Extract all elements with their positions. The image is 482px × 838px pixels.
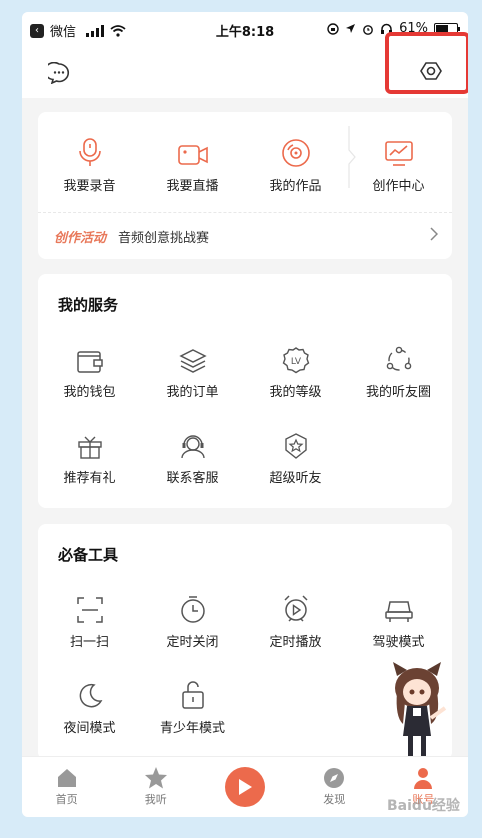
my-works-label: 我的作品 <box>269 179 322 194</box>
orders-item[interactable]: 我的订单 <box>141 340 244 400</box>
record-audio-label: 我要录音 <box>63 179 116 194</box>
car-icon <box>384 601 413 622</box>
svg-text:LV: LV <box>290 357 301 367</box>
wallet-label: 我的钱包 <box>63 385 116 400</box>
wallet-item[interactable]: 我的钱包 <box>38 340 141 400</box>
chevron-right-icon <box>430 227 438 241</box>
account-icon <box>414 768 433 789</box>
scheduled-play-label: 定时播放 <box>269 635 322 650</box>
phone-screen: ‹ 微信 上午8:18 61% 我要录音 我要直播 我的作品 创作中心 创作活动… <box>22 12 468 817</box>
alarm-play-icon <box>283 595 308 622</box>
teen-mode-item[interactable]: 青少年模式 <box>141 676 244 736</box>
level-badge-icon: LV <box>282 347 309 374</box>
creator-center-item[interactable]: 创作中心 <box>347 134 450 194</box>
settings-highlight-box <box>385 32 468 94</box>
play-icon <box>239 779 252 795</box>
gift-item[interactable]: 推荐有礼 <box>38 426 141 486</box>
driving-mode-item[interactable]: 驾驶模式 <box>347 590 450 650</box>
creator-center-label: 创作中心 <box>372 179 425 194</box>
rotation-lock-icon <box>327 22 339 35</box>
compass-icon <box>324 768 345 788</box>
mascot-character-image <box>393 662 447 756</box>
my-works-item[interactable]: 我的作品 <box>244 134 347 194</box>
night-mode-label: 夜间模式 <box>63 721 116 736</box>
star-icon <box>144 767 167 789</box>
video-camera-icon <box>177 145 208 165</box>
scan-label: 扫一扫 <box>69 635 109 650</box>
customer-service-label: 联系客服 <box>166 471 219 486</box>
creation-activity-row[interactable]: 创作活动 音频创意挑战赛 <box>38 212 452 259</box>
tab-discover[interactable]: 发现 <box>290 757 379 817</box>
tab-home-label: 首页 <box>55 793 78 806</box>
friend-circle-icon <box>386 346 411 371</box>
level-label: 我的等级 <box>269 385 322 400</box>
sleep-timer-label: 定时关闭 <box>166 635 219 650</box>
scan-icon <box>76 597 103 623</box>
watermark: Baidu经验 <box>387 798 460 814</box>
tab-home[interactable]: 首页 <box>22 757 111 817</box>
disc-icon <box>281 139 310 167</box>
home-icon <box>57 769 76 787</box>
teen-mode-label: 青少年模式 <box>159 721 225 736</box>
go-live-label: 我要直播 <box>166 179 219 194</box>
layers-icon <box>178 349 207 373</box>
sleep-timer-item[interactable]: 定时关闭 <box>141 590 244 650</box>
super-listener-label: 超级听友 <box>269 471 322 486</box>
tab-discover-label: 发现 <box>323 793 346 806</box>
lock-icon <box>181 681 204 709</box>
driving-mode-label: 驾驶模式 <box>372 635 425 650</box>
moon-icon <box>79 683 102 708</box>
activity-tag: 创作活动 <box>54 230 107 246</box>
orders-label: 我的订单 <box>166 385 219 400</box>
scheduled-play-item[interactable]: 定时播放 <box>244 590 347 650</box>
alarm-icon <box>363 24 373 35</box>
super-listener-item[interactable]: 超级听友 <box>244 426 347 486</box>
activity-title: 音频创意挑战赛 <box>118 230 210 246</box>
friend-circle-item[interactable]: 我的听友圈 <box>347 340 450 400</box>
wallet-icon <box>76 351 103 373</box>
location-icon <box>346 24 356 33</box>
tab-play[interactable] <box>200 757 289 817</box>
gift-label: 推荐有礼 <box>63 471 116 486</box>
friend-circle-label: 我的听友圈 <box>365 385 431 400</box>
headset-icon <box>180 435 205 459</box>
tab-listen[interactable]: 我听 <box>111 757 200 817</box>
super-star-badge-icon <box>284 433 307 459</box>
divider-chevron-icon <box>348 126 356 188</box>
play-button[interactable] <box>225 767 265 807</box>
night-mode-item[interactable]: 夜间模式 <box>38 676 141 736</box>
gift-icon <box>77 436 102 459</box>
services-card: 我的服务 我的钱包 我的订单 LV 我的等级 我的听友圈 推荐有礼 联系客服 超… <box>38 274 452 508</box>
tools-title: 必备工具 <box>58 546 119 564</box>
monitor-chart-icon <box>384 141 413 166</box>
tab-listen-label: 我听 <box>144 793 167 806</box>
level-item[interactable]: LV 我的等级 <box>244 340 347 400</box>
services-title: 我的服务 <box>58 296 119 314</box>
microphone-icon <box>78 138 101 166</box>
customer-service-item[interactable]: 联系客服 <box>141 426 244 486</box>
record-audio-item[interactable]: 我要录音 <box>38 134 141 194</box>
create-card: 我要录音 我要直播 我的作品 创作中心 创作活动 音频创意挑战赛 <box>38 112 452 259</box>
timer-icon <box>180 596 205 623</box>
go-live-item[interactable]: 我要直播 <box>141 134 244 194</box>
message-icon[interactable] <box>48 62 70 84</box>
scan-item[interactable]: 扫一扫 <box>38 590 141 650</box>
